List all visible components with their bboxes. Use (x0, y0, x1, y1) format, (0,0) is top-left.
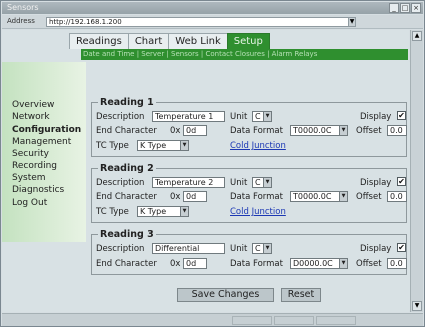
status-segment (232, 316, 272, 325)
data-format-select[interactable]: D0000.0C ▼ (290, 258, 348, 269)
tc-type-select[interactable]: K Type ▼ (137, 206, 189, 217)
chevron-down-icon: ▼ (339, 192, 347, 201)
save-changes-button[interactable]: Save Changes (177, 288, 274, 302)
setup-subnav[interactable]: Date and Time | Server | Sensors | Conta… (81, 49, 408, 60)
unit-select[interactable]: C ▼ (252, 243, 272, 254)
sidebar-item-network[interactable]: Network (12, 112, 50, 123)
close-icon[interactable]: × (411, 3, 421, 13)
minimize-icon[interactable]: _ (389, 3, 399, 13)
chevron-down-icon: ▼ (339, 126, 347, 135)
offset-input[interactable]: 0.0 (387, 125, 407, 136)
reading-title: Reading 3 (98, 229, 156, 240)
description-label: Description (96, 244, 145, 254)
end-character-input[interactable]: 0d (183, 191, 207, 202)
data-format-select[interactable]: T0000.0C ▼ (290, 125, 348, 136)
data-format-label: Data Format (230, 192, 283, 202)
address-label: Address (7, 17, 35, 25)
data-format-label: Data Format (230, 126, 283, 136)
cold-junction-link[interactable]: Cold Junction (230, 141, 286, 151)
sensor-settings-panel: Reading 1 Description Temperature 1 Unit… (87, 62, 410, 310)
unit-label: Unit (230, 112, 248, 122)
chevron-down-icon: ▼ (263, 178, 271, 187)
status-segment (316, 316, 356, 325)
scroll-up-icon[interactable]: ▲ (412, 31, 422, 41)
display-label: Display (360, 244, 392, 254)
sidebar: Overview Network Configuration Managemen… (2, 62, 86, 242)
window-controls: _ □ × (389, 3, 421, 13)
offset-label: Offset (356, 126, 382, 136)
sidebar-item-recording[interactable]: Recording (12, 161, 57, 172)
hex-prefix-label: 0x (170, 126, 181, 136)
address-input[interactable]: http://192.168.1.200 (46, 17, 354, 27)
sidebar-item-system[interactable]: System (12, 173, 46, 184)
reading-group: Reading 2 Description Temperature 2 Unit… (91, 163, 407, 223)
title-bar: Sensors _ □ × (2, 2, 423, 14)
unit-select[interactable]: C ▼ (252, 177, 272, 188)
offset-label: Offset (356, 192, 382, 202)
status-bar (2, 313, 423, 326)
tc-type-label: TC Type (96, 207, 129, 217)
tab-setup[interactable]: Setup (226, 33, 270, 49)
tab-chart[interactable]: Chart (127, 33, 170, 49)
description-input[interactable]: Temperature 2 (152, 177, 225, 188)
tab-readings[interactable]: Readings (69, 33, 129, 49)
description-input[interactable]: Temperature 1 (152, 111, 225, 122)
data-format-select[interactable]: T0000.0C ▼ (290, 191, 348, 202)
chevron-down-icon: ▼ (180, 141, 188, 150)
data-format-label: Data Format (230, 259, 283, 269)
tc-type-label: TC Type (96, 141, 129, 151)
end-character-input[interactable]: 0d (183, 125, 207, 136)
vertical-scrollbar[interactable]: ▲ ▼ (410, 30, 423, 312)
chevron-down-icon[interactable]: ▼ (348, 17, 356, 27)
maximize-icon[interactable]: □ (400, 3, 410, 13)
tab-web-link[interactable]: Web Link (168, 33, 228, 49)
description-label: Description (96, 112, 145, 122)
cold-junction-link[interactable]: Cold Junction (230, 207, 286, 217)
unit-label: Unit (230, 178, 248, 188)
description-label: Description (96, 178, 145, 188)
chevron-down-icon: ▼ (339, 259, 347, 268)
window-title: Sensors (7, 3, 39, 12)
sidebar-item-log-out[interactable]: Log Out (12, 198, 47, 209)
end-character-label: End Character (96, 259, 157, 269)
display-checkbox[interactable]: ✔ (397, 111, 406, 120)
reading-title: Reading 2 (98, 163, 156, 174)
chevron-down-icon: ▼ (180, 207, 188, 216)
address-bar: Address http://192.168.1.200 ▼ (2, 15, 423, 29)
chevron-down-icon: ▼ (263, 244, 271, 253)
unit-label: Unit (230, 244, 248, 254)
reading-group: Reading 3 Description Differential Unit … (91, 229, 407, 275)
chevron-down-icon: ▼ (263, 112, 271, 121)
main-tabs: Readings Chart Web Link Setup (69, 33, 270, 49)
browser-window: Sensors _ □ × Address http://192.168.1.2… (0, 0, 425, 327)
sidebar-item-diagnostics[interactable]: Diagnostics (12, 185, 64, 196)
end-character-label: End Character (96, 192, 157, 202)
unit-select[interactable]: C ▼ (252, 111, 272, 122)
sidebar-item-overview[interactable]: Overview (12, 100, 54, 111)
display-checkbox[interactable]: ✔ (397, 177, 406, 186)
sidebar-item-configuration[interactable]: Configuration (12, 125, 81, 136)
hex-prefix-label: 0x (170, 259, 181, 269)
hex-prefix-label: 0x (170, 192, 181, 202)
display-label: Display (360, 178, 392, 188)
display-checkbox[interactable]: ✔ (397, 243, 406, 252)
status-segment (274, 316, 314, 325)
offset-input[interactable]: 0.0 (387, 258, 407, 269)
scroll-down-icon[interactable]: ▼ (412, 301, 422, 311)
reading-title: Reading 1 (98, 97, 156, 108)
offset-label: Offset (356, 259, 382, 269)
sidebar-item-security[interactable]: Security (12, 149, 49, 160)
tc-type-select[interactable]: K Type ▼ (137, 140, 189, 151)
description-input[interactable]: Differential (152, 243, 225, 254)
end-character-input[interactable]: 0d (183, 258, 207, 269)
end-character-label: End Character (96, 126, 157, 136)
sidebar-item-management[interactable]: Management (12, 137, 71, 148)
reading-group: Reading 1 Description Temperature 1 Unit… (91, 97, 407, 157)
reset-button[interactable]: Reset (281, 288, 321, 302)
display-label: Display (360, 112, 392, 122)
offset-input[interactable]: 0.0 (387, 191, 407, 202)
